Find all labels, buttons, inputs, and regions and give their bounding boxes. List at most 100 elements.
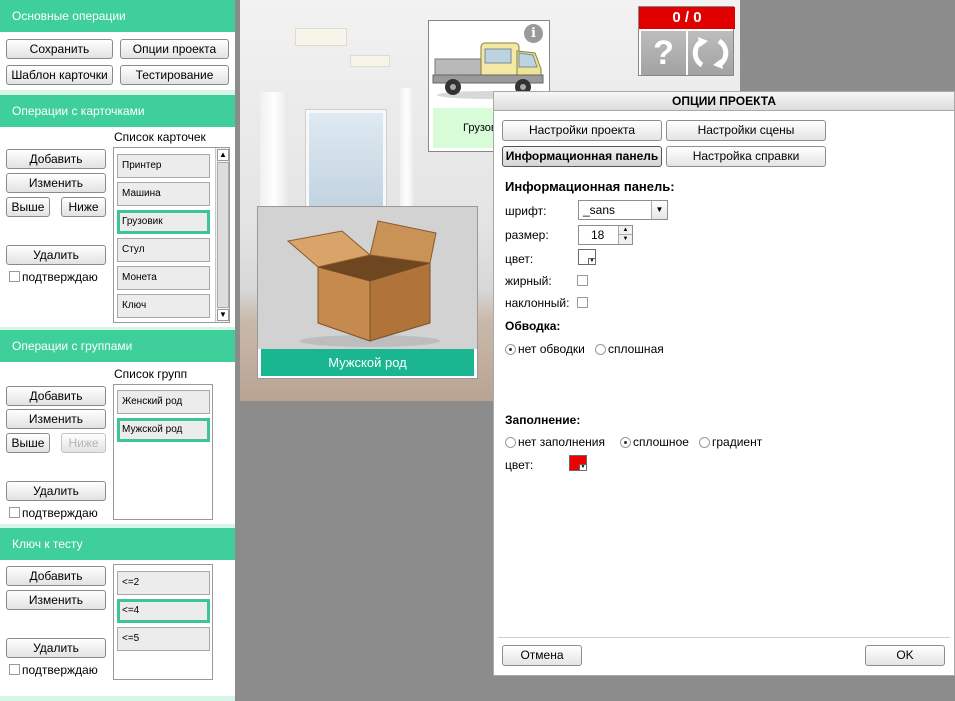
group-list-label: Список групп bbox=[114, 367, 188, 381]
ceiling-light bbox=[295, 28, 347, 46]
group-list[interactable]: Женский род Мужской род bbox=[113, 384, 213, 520]
group-list-item-selected[interactable]: Мужской род bbox=[117, 418, 210, 442]
bold-label: жирный: bbox=[505, 274, 552, 288]
stroke-none-radio[interactable]: нет обводки bbox=[505, 342, 585, 356]
confirm-label: подтверждаю bbox=[22, 663, 98, 677]
checkbox-box bbox=[9, 271, 20, 282]
increment-icon[interactable]: ▲ bbox=[618, 226, 632, 235]
stroke-title: Обводка: bbox=[505, 319, 561, 333]
group-ops-header: Операции с группами bbox=[0, 330, 235, 362]
size-label: размер: bbox=[505, 228, 549, 242]
curtain bbox=[400, 88, 414, 218]
project-options-button[interactable]: Опции проекта bbox=[120, 39, 229, 59]
fill-color-label: цвет: bbox=[505, 458, 534, 472]
move-card-down-button[interactable]: Ниже bbox=[61, 197, 106, 217]
stroke-solid-radio[interactable]: сплошная bbox=[595, 342, 664, 356]
tab-help-settings[interactable]: Настройка справки bbox=[666, 146, 826, 167]
color-label: цвет: bbox=[505, 252, 534, 266]
delete-card-button[interactable]: Удалить bbox=[6, 245, 106, 265]
radio-selected-icon bbox=[620, 437, 631, 448]
project-options-dialog: ОПЦИИ ПРОЕКТА Настройки проекта Настройк… bbox=[493, 91, 955, 676]
add-card-button[interactable]: Добавить bbox=[6, 149, 106, 169]
radio-label: градиент bbox=[712, 435, 763, 449]
fill-none-radio[interactable]: нет заполнения bbox=[505, 435, 605, 449]
scroll-up-icon[interactable]: ▲ bbox=[217, 149, 229, 161]
card-list[interactable]: Принтер Машина Грузовик Стул Монета Ключ… bbox=[113, 147, 230, 323]
testing-button[interactable]: Тестирование bbox=[120, 65, 229, 85]
cancel-button[interactable]: Отмена bbox=[502, 645, 582, 666]
test-key-body: Добавить Изменить Удалить подтверждаю <=… bbox=[0, 560, 235, 696]
move-group-down-button[interactable]: Ниже bbox=[61, 433, 106, 453]
reset-icon[interactable] bbox=[688, 31, 733, 75]
ok-button[interactable]: OK bbox=[865, 645, 945, 666]
card-template-button[interactable]: Шаблон карточки bbox=[6, 65, 113, 85]
add-group-button[interactable]: Добавить bbox=[6, 386, 106, 406]
edit-key-button[interactable]: Изменить bbox=[6, 590, 106, 610]
radio-icon bbox=[595, 344, 606, 355]
dropdown-arrow-icon: ▼ bbox=[579, 464, 586, 470]
card-list-item[interactable]: Машина bbox=[117, 182, 210, 206]
tab-info-panel[interactable]: Информационная панель bbox=[502, 146, 662, 167]
confirm-key-delete-checkbox[interactable]: подтверждаю bbox=[9, 663, 98, 677]
delete-key-button[interactable]: Удалить bbox=[6, 638, 106, 658]
move-card-up-button[interactable]: Выше bbox=[6, 197, 50, 217]
chevron-down-icon[interactable]: ▼ bbox=[651, 201, 667, 219]
group-list-item[interactable]: Женский род bbox=[117, 390, 210, 414]
decrement-icon[interactable]: ▼ bbox=[618, 235, 632, 244]
scroll-thumb[interactable] bbox=[217, 162, 229, 308]
scroll-down-icon[interactable]: ▼ bbox=[217, 309, 229, 321]
main-ops-body: Сохранить Опции проекта Шаблон карточки … bbox=[0, 32, 235, 90]
size-stepper[interactable]: 18 ▲ ▼ bbox=[578, 225, 633, 245]
left-panel: Основные операции Сохранить Опции проект… bbox=[0, 0, 235, 701]
test-key-item[interactable]: <=2 bbox=[117, 571, 210, 595]
main-ops-header: Основные операции bbox=[0, 0, 235, 32]
font-value: _sans bbox=[583, 203, 616, 217]
delete-group-button[interactable]: Удалить bbox=[6, 481, 106, 501]
fill-color-picker[interactable]: ▼ bbox=[569, 455, 587, 471]
dialog-title: ОПЦИИ ПРОЕКТА bbox=[494, 92, 954, 111]
fill-title: Заполнение: bbox=[505, 413, 581, 427]
edit-group-button[interactable]: Изменить bbox=[6, 409, 106, 429]
card-ops-header: Операции с карточками bbox=[0, 95, 235, 127]
font-select[interactable]: _sans ▼ bbox=[578, 200, 668, 220]
help-icon[interactable]: ? bbox=[641, 31, 686, 75]
test-key-item-selected[interactable]: <=4 bbox=[117, 599, 210, 623]
card-list-label: Список карточек bbox=[114, 130, 206, 144]
tab-project-settings[interactable]: Настройки проекта bbox=[502, 120, 662, 141]
card-list-item[interactable]: Принтер bbox=[117, 154, 210, 178]
radio-icon bbox=[699, 437, 710, 448]
fill-gradient-radio[interactable]: градиент bbox=[699, 435, 762, 449]
card-list-item[interactable]: Монета bbox=[117, 266, 210, 290]
font-label: шрифт: bbox=[505, 204, 547, 218]
bold-checkbox[interactable] bbox=[577, 275, 588, 286]
dialog-footer-divider bbox=[498, 637, 950, 638]
tab-scene-settings[interactable]: Настройки сцены bbox=[666, 120, 826, 141]
italic-checkbox[interactable] bbox=[577, 297, 588, 308]
card-list-item-selected[interactable]: Грузовик bbox=[117, 210, 210, 234]
radio-icon bbox=[505, 437, 516, 448]
ceiling-light bbox=[350, 55, 390, 67]
fill-solid-radio[interactable]: сплошное bbox=[620, 435, 689, 449]
box-card[interactable]: Мужской род bbox=[257, 206, 478, 379]
test-key-list[interactable]: <=2 <=4 <=5 bbox=[113, 564, 213, 680]
card-list-item[interactable]: Стул bbox=[117, 238, 210, 262]
radio-label: сплошная bbox=[608, 342, 664, 356]
size-value: 18 bbox=[591, 228, 605, 242]
move-group-up-button[interactable]: Выше bbox=[6, 433, 50, 453]
text-color-picker[interactable]: ▼ bbox=[578, 249, 596, 265]
radio-selected-icon bbox=[505, 344, 516, 355]
save-button[interactable]: Сохранить bbox=[6, 39, 113, 59]
edit-card-button[interactable]: Изменить bbox=[6, 173, 106, 193]
card-list-item[interactable]: Ключ bbox=[117, 294, 210, 318]
info-icon[interactable]: i bbox=[524, 24, 543, 43]
confirm-card-delete-checkbox[interactable]: подтверждаю bbox=[9, 270, 98, 284]
dropdown-arrow-icon: ▼ bbox=[588, 258, 595, 264]
box-image bbox=[258, 207, 477, 349]
test-key-item[interactable]: <=5 bbox=[117, 627, 210, 651]
group-ops-body: Список групп Добавить Изменить Выше Ниже… bbox=[0, 362, 235, 524]
add-key-button[interactable]: Добавить bbox=[6, 566, 106, 586]
section-title: Информационная панель: bbox=[505, 179, 675, 194]
box-card-caption: Мужской род bbox=[261, 349, 474, 376]
card-list-scrollbar[interactable]: ▲ ▼ bbox=[215, 148, 229, 322]
confirm-group-delete-checkbox[interactable]: подтверждаю bbox=[9, 506, 98, 520]
